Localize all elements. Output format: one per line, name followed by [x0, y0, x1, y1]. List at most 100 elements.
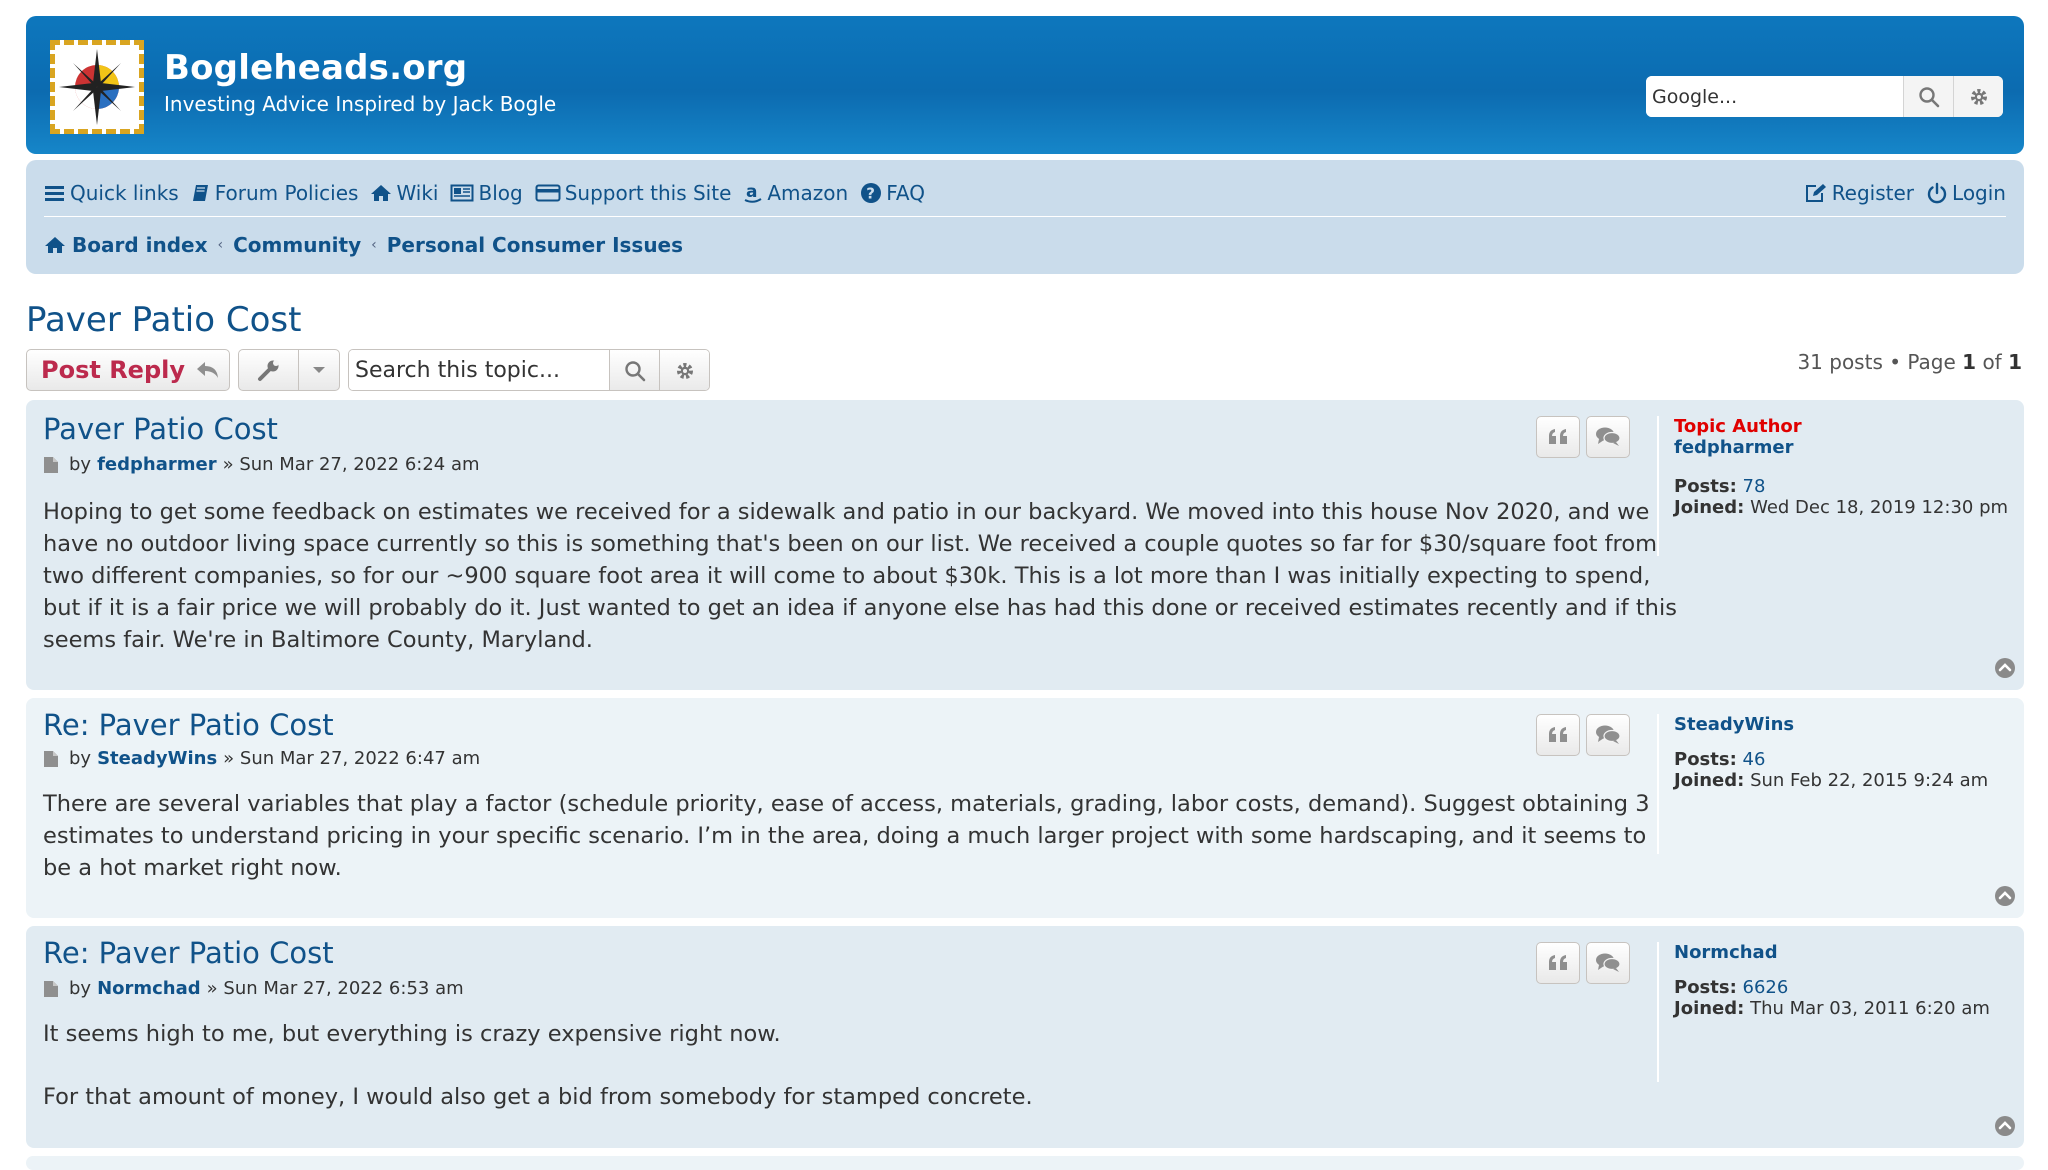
nav-label: Forum Policies [214, 181, 359, 205]
post-author[interactable]: SteadyWins [97, 748, 217, 769]
quote-button[interactable] [1536, 714, 1580, 756]
post: Re: Paver Patio Cost by SteadyWins » Sun… [26, 698, 2024, 918]
profile-posts-count[interactable]: 46 [1743, 749, 1766, 770]
post-title[interactable]: Re: Paver Patio Cost [43, 708, 334, 742]
breadcrumb-personal-consumer-issues[interactable]: Personal Consumer Issues [387, 233, 683, 257]
reply-to-post-button[interactable] [1586, 416, 1630, 458]
nav-amazon[interactable]: a Amazon [743, 181, 848, 205]
post-text-line: two different companies, so for our ~900… [43, 563, 1651, 589]
nav-support-site[interactable]: Support this Site [535, 181, 731, 205]
profile-username[interactable]: Normchad [1674, 942, 1990, 963]
question-circle-icon: ? [861, 183, 882, 203]
chevron-down-icon[interactable] [299, 365, 339, 375]
google-search-button[interactable] [1903, 76, 1953, 117]
post-author[interactable]: fedpharmer [97, 454, 217, 475]
post-profile: Normchad Posts: 6626 Joined: Thu Mar 03,… [1674, 942, 1990, 1019]
nav-faq[interactable]: ? FAQ [860, 181, 925, 205]
post-title[interactable]: Re: Paver Patio Cost [43, 936, 334, 970]
topic-advanced-search-button[interactable] [659, 350, 709, 390]
topic-tools-dropdown[interactable] [238, 349, 340, 391]
post-reply-button[interactable]: Post Reply [26, 349, 230, 391]
profile-posts-count[interactable]: 6626 [1743, 977, 1789, 998]
amazon-icon: a [744, 182, 762, 203]
by-label: by [69, 748, 92, 769]
total-pages: 1 [2008, 350, 2022, 374]
post-buttons [1530, 714, 1630, 756]
chevron-left-icon: ‹ [217, 237, 224, 253]
nav-forum-policies[interactable]: Forum Policies [191, 181, 359, 205]
topic-search-input[interactable] [349, 350, 609, 390]
breadcrumb-label: Board index [72, 233, 208, 257]
profile-posts-count[interactable]: 78 [1743, 476, 1766, 497]
google-search-box [1646, 76, 2003, 117]
credit-card-icon [535, 184, 561, 202]
post-text-line: seems fair. We're in Baltimore County, M… [43, 627, 593, 653]
breadcrumb-community[interactable]: Community [233, 233, 361, 257]
of-word: of [1982, 350, 2002, 374]
chevron-left-icon: ‹ [371, 237, 377, 253]
nav-label: Register [1831, 181, 1915, 205]
search-icon [1918, 86, 1939, 107]
comments-icon [1596, 725, 1621, 744]
profile-posts-row: Posts: 6626 [1674, 977, 1990, 998]
profile-joined-row: Joined: Sun Feb 22, 2015 9:24 am [1674, 770, 1988, 791]
wrench-icon [257, 360, 279, 381]
site-logo[interactable] [50, 40, 144, 134]
reply-to-post-button[interactable] [1586, 942, 1630, 984]
nav-account-links: Register Login [1804, 178, 2006, 208]
file-icon[interactable] [43, 750, 59, 768]
nav-login[interactable]: Login [1926, 181, 2006, 205]
by-label: by [69, 454, 92, 475]
joined-label: Joined: [1674, 998, 1745, 1019]
navbar: Quick links Forum Policies Wiki Blog Sup… [26, 160, 2024, 274]
nav-label: Login [1952, 181, 2006, 205]
google-search-input[interactable] [1646, 76, 1903, 117]
back-to-top-icon[interactable] [1994, 885, 2016, 907]
nav-blog[interactable]: Blog [450, 181, 523, 205]
post-date: » Sun Mar 27, 2022 6:53 am [206, 978, 464, 999]
nav-label: FAQ [886, 181, 925, 205]
back-to-top-icon[interactable] [1994, 1115, 2016, 1137]
site-description: Investing Advice Inspired by Jack Bogle [164, 92, 557, 116]
file-icon[interactable] [43, 980, 59, 998]
post-author[interactable]: Normchad [97, 978, 201, 999]
breadcrumb-label: Personal Consumer Issues [386, 233, 684, 257]
quote-button[interactable] [1536, 942, 1580, 984]
quote-icon [1549, 955, 1567, 970]
comments-icon [1596, 427, 1621, 446]
profile-username[interactable]: SteadyWins [1674, 714, 1988, 735]
back-to-top-icon[interactable] [1994, 657, 2016, 679]
site-title[interactable]: Bogleheads.org [164, 48, 467, 88]
nav-wiki[interactable]: Wiki [370, 181, 438, 205]
quote-button[interactable] [1536, 416, 1580, 458]
advanced-search-button[interactable] [1953, 76, 2003, 117]
svg-text:?: ? [866, 185, 875, 203]
nav-links: Quick links Forum Policies Wiki Blog Sup… [44, 178, 937, 208]
quote-icon [1549, 727, 1567, 742]
post-title[interactable]: Paver Patio Cost [43, 412, 278, 446]
pagination-info: 31 posts • Page 1 of 1 [1797, 350, 2022, 374]
nav-label: Amazon [767, 181, 849, 205]
post-profile: Topic Author fedpharmer Posts: 78 Joined… [1674, 416, 2008, 518]
post-meta: by fedpharmer » Sun Mar 27, 2022 6:24 am [43, 454, 480, 475]
by-label: by [69, 978, 92, 999]
nav-register[interactable]: Register [1804, 181, 1914, 205]
topic-search-box [348, 349, 710, 391]
profile-joined-row: Joined: Thu Mar 03, 2011 6:20 am [1674, 998, 1990, 1019]
file-icon[interactable] [43, 456, 59, 474]
posts-label: Posts: [1674, 476, 1737, 497]
profile-username[interactable]: fedpharmer [1674, 437, 2008, 458]
profile-posts-row: Posts: 78 [1674, 476, 2008, 497]
topic-tools-button[interactable] [239, 350, 299, 390]
breadcrumb-label: Community [233, 233, 362, 257]
reply-to-post-button[interactable] [1586, 714, 1630, 756]
nav-quick-links[interactable]: Quick links [44, 181, 179, 205]
topic-title[interactable]: Paver Patio Cost [26, 300, 301, 340]
post-text-line: be a hot market right now. [43, 855, 342, 881]
post-content: Hoping to get some feedback on estimates… [43, 496, 1677, 656]
topic-search-button[interactable] [609, 350, 659, 390]
profile-joined-date: Sun Feb 22, 2015 9:24 am [1750, 770, 1989, 791]
breadcrumb-board-index[interactable]: Board index [44, 233, 208, 257]
post-text-line: Hoping to get some feedback on estimates… [43, 499, 1650, 525]
book-icon [192, 185, 208, 201]
